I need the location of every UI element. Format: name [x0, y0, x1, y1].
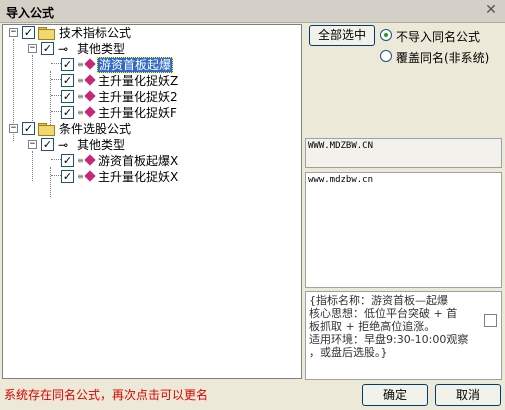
node-checkbox[interactable]: ✓	[61, 90, 74, 103]
tree-node-formula[interactable]: ✓ ≡ 游资首板起爆X	[3, 153, 293, 169]
node-checkbox[interactable]: ✓	[41, 42, 54, 55]
title-bar: 导入公式 ✕	[0, 0, 505, 23]
tree-node-formula[interactable]: ✓ ≡ 游资首板起爆	[3, 57, 293, 73]
collapse-toggle-icon[interactable]: −	[9, 124, 18, 133]
tree-node-formula[interactable]: ✓ ≡ 主升量化捉妖X	[3, 169, 293, 185]
key-icon: ⊸	[58, 138, 69, 152]
cancel-button[interactable]: 取消	[435, 384, 501, 406]
close-icon[interactable]: ✕	[483, 2, 499, 18]
formula-gem-icon: ≡	[77, 58, 97, 71]
info-text: www.mdzbw.cn	[308, 175, 374, 185]
formula-gem-icon: ≡	[77, 106, 97, 119]
node-label: 主升量化捉妖X	[98, 170, 179, 184]
tree-node-formula[interactable]: ✓ ≡ 主升量化捉妖2	[3, 89, 293, 105]
formula-gem-icon: ≡	[77, 170, 97, 183]
collapse-toggle-icon[interactable]: −	[28, 140, 37, 149]
node-label: 技术指标公式	[59, 26, 132, 40]
description-line: 适用环境：早盘9:30-10:00观察	[309, 333, 469, 346]
formula-description: {指标名称：游资首板—起爆 核心思想：低位平台突破 + 首 板抓取 + 拒绝高位…	[305, 291, 502, 380]
key-icon: ⊸	[58, 42, 69, 56]
description-line: 核心思想：低位平台突破 + 首	[309, 307, 458, 320]
node-label: 主升量化捉妖2	[98, 90, 178, 104]
tree-node-other-types[interactable]: − ✓ ⊸ 其他类型	[3, 137, 293, 153]
collapse-toggle-icon[interactable]: −	[9, 28, 18, 37]
description-line: {指标名称：游资首板—起爆	[309, 294, 448, 307]
node-label: 其他类型	[77, 138, 126, 152]
node-checkbox[interactable]: ✓	[61, 58, 74, 71]
radio-no-import-label[interactable]: 不导入同名公式	[396, 28, 480, 45]
status-message: 系统存在同名公式，再次点击可以更名	[4, 388, 209, 402]
description-checkbox[interactable]	[484, 314, 497, 327]
folder-icon	[38, 123, 55, 136]
node-label: 主升量化捉妖F	[98, 106, 177, 120]
tree-node-formula[interactable]: ✓ ≡ 主升量化捉妖F	[3, 105, 293, 121]
tree-node-formula[interactable]: ✓ ≡ 主升量化捉妖Z	[3, 73, 293, 89]
node-checkbox[interactable]: ✓	[22, 26, 35, 39]
tree-node-condition-formulas[interactable]: − ✓ 条件选股公式	[3, 121, 293, 137]
info-box-url-upper: WWW.MDZBW.CN	[305, 138, 502, 168]
node-checkbox[interactable]: ✓	[61, 154, 74, 167]
node-label: 游资首板起爆	[97, 57, 174, 73]
description-line: ，或盘后选股。}	[309, 346, 388, 359]
window-title: 导入公式	[6, 6, 55, 20]
tree-node-technical-formulas[interactable]: − ✓ 技术指标公式	[3, 25, 293, 41]
node-label: 游资首板起爆X	[98, 154, 179, 168]
node-label: 条件选股公式	[59, 122, 132, 136]
node-label: 其他类型	[77, 42, 126, 56]
node-checkbox[interactable]: ✓	[41, 138, 54, 151]
info-text: WWW.MDZBW.CN	[308, 141, 374, 151]
folder-icon	[38, 27, 55, 40]
tree-node-other-types[interactable]: − ✓ ⊸ 其他类型	[3, 41, 293, 57]
formula-gem-icon: ≡	[77, 154, 97, 167]
formula-gem-icon: ≡	[77, 74, 97, 87]
node-checkbox[interactable]: ✓	[61, 106, 74, 119]
description-line: 板抓取 + 拒绝高位追涨。	[309, 320, 436, 333]
node-checkbox[interactable]: ✓	[61, 170, 74, 183]
node-checkbox[interactable]: ✓	[22, 122, 35, 135]
formula-gem-icon: ≡	[77, 90, 97, 103]
radio-overwrite[interactable]	[380, 50, 392, 62]
collapse-toggle-icon[interactable]: −	[28, 44, 37, 53]
radio-no-import[interactable]	[380, 29, 392, 41]
ok-button[interactable]: 确定	[362, 384, 428, 406]
radio-overwrite-label[interactable]: 覆盖同名(非系统)	[396, 49, 489, 66]
info-box-url-lower: www.mdzbw.cn	[305, 172, 502, 288]
formula-tree[interactable]: − ✓ 技术指标公式 − ✓ ⊸ 其他类型 ✓ ≡ 游资首板起爆 ✓ ≡ 主升量…	[2, 24, 302, 379]
select-all-button[interactable]: 全部选中	[309, 25, 375, 46]
node-label: 主升量化捉妖Z	[98, 74, 179, 88]
node-checkbox[interactable]: ✓	[61, 74, 74, 87]
